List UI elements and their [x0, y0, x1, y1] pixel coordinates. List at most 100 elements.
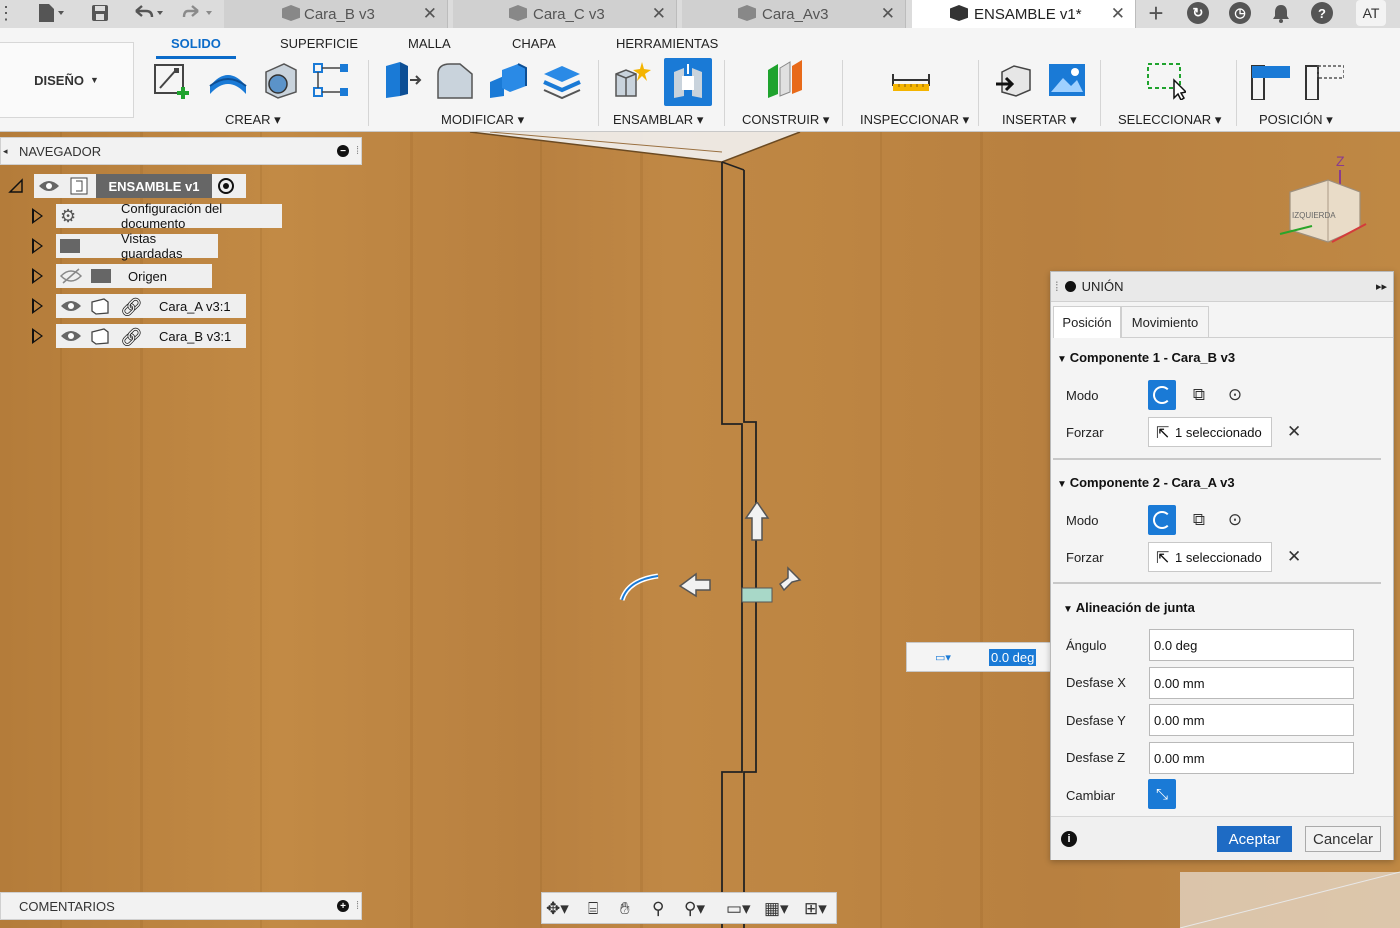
offset-z-input[interactable]: 0.00 mm — [1149, 742, 1354, 774]
group-seleccionar[interactable]: SELECCIONAR ▾ — [1118, 112, 1221, 128]
select-window-icon[interactable] — [1146, 60, 1186, 100]
expand-dialog-icon[interactable]: ▸▸ — [1376, 280, 1387, 293]
sync-icon[interactable]: ↻ — [1187, 2, 1209, 24]
tab-cara-b[interactable]: Cara_B v3 ✕ — [224, 0, 448, 28]
group-inspeccionar[interactable]: INSPECCIONAR ▾ — [860, 112, 969, 128]
capture-position-icon[interactable] — [1250, 60, 1290, 100]
eye-icon[interactable] — [38, 178, 60, 197]
combine-icon[interactable] — [488, 60, 528, 100]
file-menu-icon[interactable] — [30, 0, 70, 26]
mode-simple-button[interactable] — [1148, 505, 1176, 535]
snap2-selection[interactable]: ⇱ 1 seleccionado — [1148, 542, 1272, 572]
look-at-icon[interactable]: ⌸ — [588, 899, 598, 919]
tab-herramientas[interactable]: HERRAMIENTAS — [616, 36, 718, 51]
activate-radio-icon[interactable] — [218, 178, 234, 194]
expand-triangle-icon[interactable] — [32, 238, 43, 254]
notifications-icon[interactable] — [1270, 0, 1292, 26]
clear-selection-icon[interactable]: ✕ — [1287, 547, 1301, 567]
viewports-icon[interactable]: ⊞▾ — [804, 899, 827, 919]
grid-menu-icon[interactable]: ⋮ — [0, 0, 15, 26]
group-crear[interactable]: CREAR ▾ — [225, 112, 281, 128]
grid-settings-icon[interactable]: ▦▾ — [764, 899, 789, 919]
eye-hidden-icon[interactable] — [59, 268, 83, 287]
expand-triangle-icon[interactable] — [32, 298, 43, 314]
group-ensamblar[interactable]: ENSAMBLAR ▾ — [613, 112, 703, 128]
expand-triangle-icon[interactable] — [32, 268, 43, 284]
save-icon[interactable] — [86, 0, 114, 26]
collapse-left-icon[interactable]: ◂ — [3, 146, 8, 157]
revolve-icon[interactable] — [260, 60, 300, 100]
job-status-icon[interactable]: ◷ — [1229, 2, 1251, 24]
expand-triangle-icon[interactable] — [32, 328, 43, 344]
collapse-triangle-icon[interactable] — [8, 178, 24, 194]
navigator-header[interactable]: ◂ NAVEGADOR − ⁞ — [0, 137, 362, 165]
mode-center-icon[interactable]: ⊙ — [1223, 383, 1247, 407]
mode-center-icon[interactable]: ⊙ — [1223, 508, 1247, 532]
display-settings-icon[interactable]: ▭▾ — [726, 899, 751, 919]
comments-header[interactable]: COMENTARIOS + ⁞ — [0, 892, 362, 920]
tab-malla[interactable]: MALLA — [408, 36, 451, 51]
cancel-button[interactable]: Cancelar — [1305, 826, 1381, 852]
mode-between-icon[interactable]: ⧉ — [1187, 508, 1211, 532]
expand-panel-icon[interactable]: + — [337, 900, 349, 912]
info-icon[interactable]: i — [1061, 831, 1077, 847]
group-modificar[interactable]: MODIFICAR ▾ — [441, 112, 524, 128]
shell-icon[interactable] — [542, 60, 582, 100]
close-icon[interactable]: ✕ — [1111, 4, 1125, 24]
group-posicion[interactable]: POSICIÓN ▾ — [1259, 112, 1333, 128]
group-construir[interactable]: CONSTRUIR ▾ — [742, 112, 829, 128]
offset-plane-icon[interactable] — [764, 60, 804, 100]
close-icon[interactable]: ✕ — [423, 4, 437, 24]
orbit-icon[interactable]: ✥▾ — [546, 899, 569, 919]
extrude-icon[interactable] — [206, 60, 250, 100]
tab-superficie[interactable]: SUPERFICIE — [280, 36, 358, 51]
zoom-icon[interactable]: ⚲ — [652, 899, 664, 919]
user-avatar[interactable]: AT — [1356, 0, 1386, 26]
workspace-switcher[interactable]: DISEÑO ▼ — [0, 42, 134, 118]
component1-section[interactable]: ▼ Componente 1 - Cara_B v3 — [1057, 350, 1235, 365]
tab-solido[interactable]: SOLIDO — [171, 36, 221, 51]
ok-button[interactable]: Aceptar — [1217, 826, 1292, 852]
new-component-icon[interactable] — [612, 60, 652, 100]
pattern-icon[interactable] — [312, 60, 352, 100]
insert-canvas-icon[interactable] — [1047, 60, 1087, 100]
mode-between-icon[interactable]: ⧉ — [1187, 383, 1211, 407]
panel-grip-icon[interactable]: ⁞ — [356, 145, 359, 157]
eye-icon[interactable] — [60, 298, 82, 317]
help-icon[interactable]: ? — [1311, 2, 1333, 24]
tab-posicion[interactable]: Posición — [1053, 306, 1121, 338]
component2-section[interactable]: ▼ Componente 2 - Cara_A v3 — [1057, 475, 1235, 490]
undo-icon[interactable] — [128, 0, 168, 26]
new-tab-icon[interactable]: + — [1144, 0, 1168, 28]
panel-grip-icon[interactable]: ⁞ — [356, 900, 359, 912]
view-cube[interactable]: Z IZQUIERDA — [1272, 152, 1372, 252]
angle-overlay-field[interactable]: 0.0 deg — [989, 649, 1037, 666]
group-insertar[interactable]: INSERTAR ▾ — [1002, 112, 1077, 128]
flip-button[interactable]: ⤡ — [1148, 779, 1176, 809]
joint-manipulator[interactable] — [610, 502, 810, 612]
expand-triangle-icon[interactable] — [32, 208, 43, 224]
close-icon[interactable]: ✕ — [652, 4, 666, 24]
close-icon[interactable]: ✕ — [881, 4, 895, 24]
create-sketch-icon[interactable] — [152, 60, 192, 100]
redo-icon[interactable] — [178, 0, 218, 26]
joint-button-active[interactable] — [664, 58, 712, 106]
dialog-header[interactable]: ⁞ UNIÓN ▸▸ — [1051, 272, 1393, 302]
tab-chapa[interactable]: CHAPA — [512, 36, 556, 51]
fillet-icon[interactable] — [434, 60, 474, 100]
insert-derive-icon[interactable] — [994, 60, 1034, 100]
press-pull-icon[interactable] — [382, 60, 422, 100]
tab-ensamble[interactable]: ENSAMBLE v1* ✕ — [912, 0, 1136, 28]
revert-position-icon[interactable] — [1304, 60, 1344, 100]
collapse-dialog-icon[interactable] — [1064, 281, 1076, 292]
clear-selection-icon[interactable]: ✕ — [1287, 422, 1301, 442]
offset-y-input[interactable]: 0.00 mm — [1149, 704, 1354, 736]
tab-movimiento[interactable]: Movimiento — [1121, 306, 1209, 338]
mode-simple-button[interactable] — [1148, 380, 1176, 410]
measure-icon[interactable] — [891, 60, 931, 100]
pan-icon[interactable]: ✋︎ — [620, 899, 630, 919]
tab-cara-a[interactable]: Cara_Av3 ✕ — [682, 0, 906, 28]
collapse-panel-icon[interactable]: − — [337, 145, 349, 157]
fit-icon[interactable]: ⚲▾ — [684, 899, 705, 919]
angle-input[interactable]: 0.0 deg — [1149, 629, 1354, 661]
